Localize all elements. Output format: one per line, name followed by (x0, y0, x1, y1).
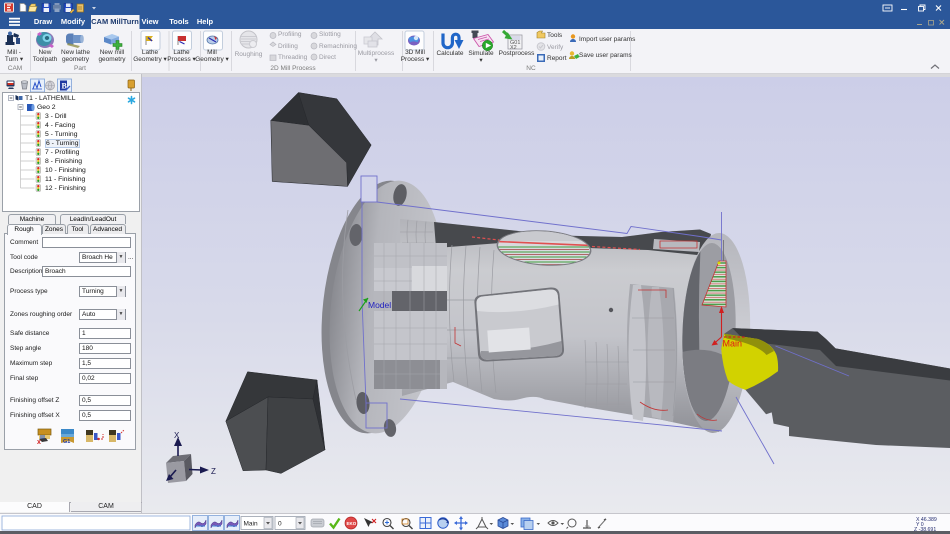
svg-text:Main: Main (244, 521, 258, 528)
svg-text:G1: G1 (63, 439, 70, 445)
svg-text:X: X (174, 431, 180, 440)
svg-text:Main: Main (723, 339, 743, 349)
svg-text:Model: Model (368, 300, 391, 310)
svg-text:Z: Z (211, 467, 216, 476)
svg-text:x: x (37, 439, 41, 446)
svg-text:0: 0 (278, 521, 282, 528)
svg-text:EKO: EKO (347, 521, 357, 526)
